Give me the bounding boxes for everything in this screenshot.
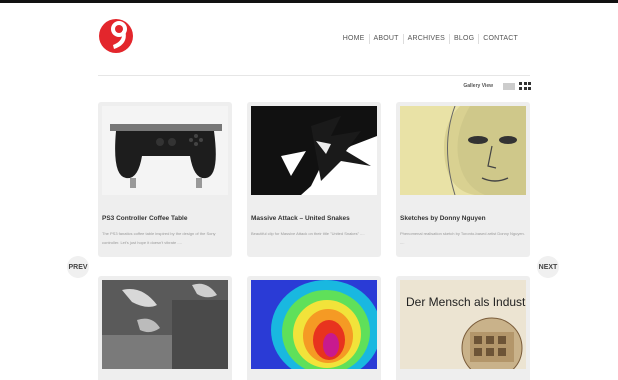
gallery-card[interactable] [247,276,381,380]
card-description: The PS3 fanatics coffee table inspired b… [102,231,216,245]
card-description: Phenomenal realisation sketch by Toronto… [400,231,525,245]
card-description: Beautiful clip for Massive Attack on the… [251,231,365,236]
gallery-card[interactable]: Massive Attack – United Snakes Beautiful… [247,102,381,257]
poster-text: Der Mensch als Industr [406,295,526,309]
gallery-card[interactable] [98,276,232,380]
nav-contact[interactable]: CONTACT [479,34,522,44]
list-view-icon[interactable] [503,83,515,90]
card-thumbnail[interactable] [102,280,228,369]
top-bar [0,0,618,3]
card-title[interactable]: Sketches by Donny Nguyen [400,215,486,222]
card-title[interactable]: PS3 Controller Coffee Table [102,215,187,222]
card-thumbnail[interactable] [400,106,526,195]
prev-button[interactable]: PREV [67,256,89,278]
main-nav: HOME ABOUT ARCHIVES BLOG CONTACT [339,34,522,44]
card-thumbnail[interactable]: Der Mensch als Industr [400,280,526,369]
gallery-card[interactable]: Der Mensch als Industr [396,276,530,380]
nav-archives[interactable]: ARCHIVES [404,34,451,44]
grid-view-icon[interactable] [519,82,531,91]
card-title[interactable]: Massive Attack – United Snakes [251,215,350,222]
nav-about[interactable]: ABOUT [370,34,404,44]
gallery-card[interactable]: Sketches by Donny Nguyen Phenomenal real… [396,102,530,257]
card-thumbnail[interactable] [102,106,228,195]
gallery-view-label: Gallery View [463,83,493,89]
card-thumbnail[interactable] [251,106,377,195]
header-divider [98,75,530,76]
nav-home[interactable]: HOME [339,34,370,44]
gallery-card[interactable]: PS3 Controller Coffee Table The PS3 fana… [98,102,232,257]
site-logo[interactable] [99,16,135,54]
nav-blog[interactable]: BLOG [450,34,480,44]
next-button[interactable]: NEXT [537,256,559,278]
card-thumbnail[interactable] [251,280,377,369]
